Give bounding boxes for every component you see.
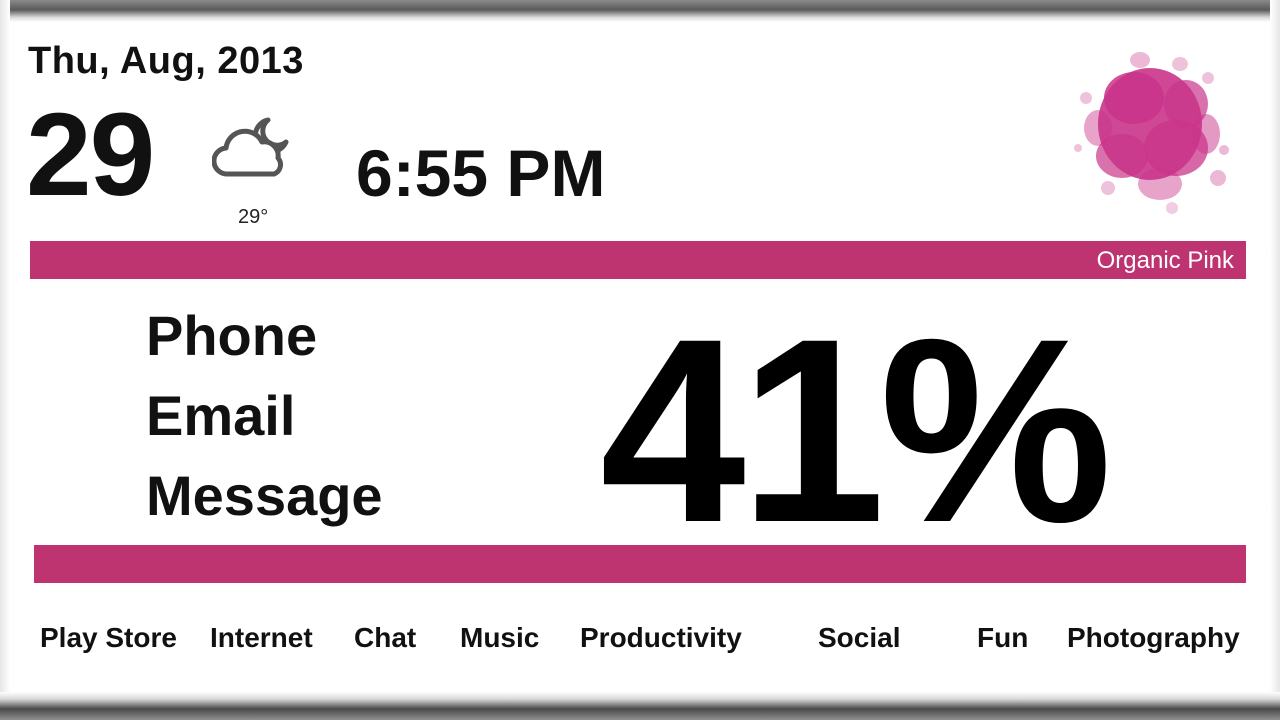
partly-cloudy-night-icon[interactable] xyxy=(211,112,294,184)
date-label: Thu, Aug, 2013 xyxy=(28,40,304,82)
app-chat[interactable]: Chat xyxy=(354,622,416,654)
shortcut-email[interactable]: Email xyxy=(146,376,383,456)
temperature-label: 29° xyxy=(238,206,269,228)
top-bezel xyxy=(0,0,1280,22)
app-social[interactable]: Social xyxy=(818,622,900,654)
top-accent-bar: Organic Pink xyxy=(30,241,1246,279)
app-play-store[interactable]: Play Store xyxy=(40,622,177,654)
right-bezel xyxy=(1270,0,1280,720)
bottom-accent-bar xyxy=(34,545,1246,583)
theme-name-label: Organic Pink xyxy=(1096,247,1234,274)
clock-time[interactable]: 6:55 PM xyxy=(356,140,605,206)
app-music[interactable]: Music xyxy=(460,622,539,654)
battery-percentage[interactable]: 41% xyxy=(600,300,1112,562)
app-productivity[interactable]: Productivity xyxy=(580,622,742,654)
app-fun[interactable]: Fun xyxy=(977,622,1028,654)
shortcut-phone[interactable]: Phone xyxy=(146,296,383,376)
app-internet[interactable]: Internet xyxy=(210,622,313,654)
shortcut-message[interactable]: Message xyxy=(146,456,383,536)
pink-paint-splash-logo xyxy=(1068,38,1238,218)
bottom-bezel xyxy=(0,692,1280,720)
app-photography[interactable]: Photography xyxy=(1067,622,1240,654)
left-bezel xyxy=(0,0,10,720)
shortcut-list: Phone Email Message xyxy=(146,296,383,536)
day-number[interactable]: 29 xyxy=(26,96,155,214)
